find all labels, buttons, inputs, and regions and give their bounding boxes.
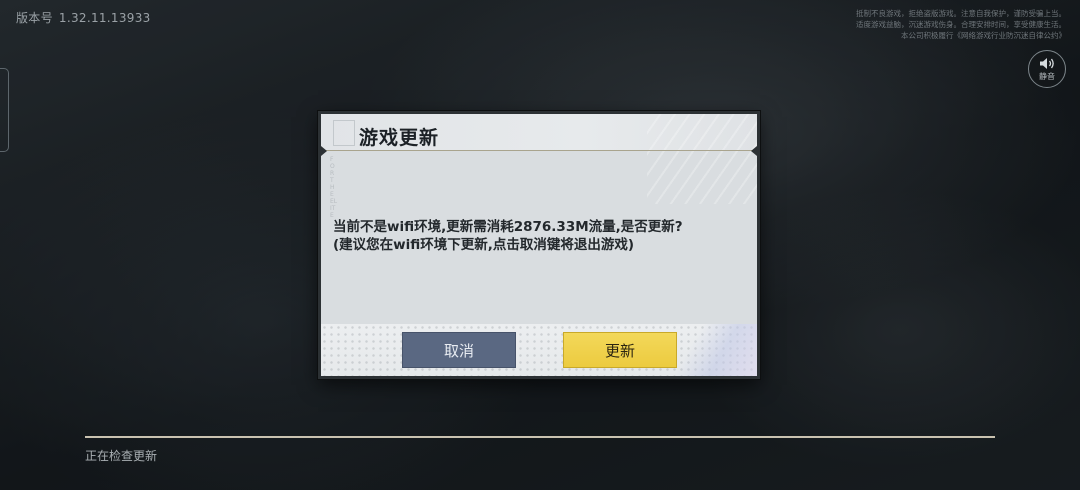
speaker-icon [1040,57,1054,69]
health-notice-line: 抵制不良游戏，拒绝盗版游戏。注意自我保护，谨防受骗上当。 [856,9,1066,18]
update-progress-bar [85,436,995,438]
message-line: 当前不是wifi环境,更新需消耗2876.33M流量,是否更新? [333,219,683,235]
header-divider [321,150,757,151]
version-info: 版本号 1.32.11.13933 [16,9,157,26]
version-number: 1.32.11.13933 [58,11,151,25]
version-label: 版本号 [16,11,53,25]
right-notch [751,146,757,156]
cancel-button[interactable]: 取消 [402,332,516,368]
health-notice: 抵制不良游戏，拒绝盗版游戏。注意自我保护，谨防受骗上当。 适度游戏益脑，沉迷游戏… [776,8,1066,41]
update-dialog: 游戏更新 FOR THE ELITE 当前不是wifi环境,更新需消耗2876.… [318,111,760,379]
left-notch [321,146,327,156]
header-emblem [333,120,355,146]
message-line: (建议您在wifi环境下更新,点击取消键将退出游戏) [333,237,635,253]
footer-decoration [667,324,757,376]
health-notice-line: 本公司积极履行《网络游戏行业防沉迷自律公约》 [901,31,1066,40]
dialog-header: 游戏更新 [321,114,757,204]
health-notice-line: 适度游戏益脑，沉迷游戏伤身。合理安排时间，享受健康生活。 [856,20,1066,29]
header-decoration [647,114,757,204]
game-launcher-screen: 版本号 1.32.11.13933 抵制不良游戏，拒绝盗版游戏。注意自我保护，谨防… [0,0,1080,490]
update-status-text: 正在检查更新 [85,449,158,463]
dialog-message: 当前不是wifi环境,更新需消耗2876.33M流量,是否更新? (建议您在wi… [333,218,743,254]
dialog-footer [321,324,757,376]
update-progress-fill [85,436,995,438]
dialog-title: 游戏更新 [359,127,440,149]
mute-label: 静音 [1039,71,1055,81]
mute-button[interactable]: 静音 [1028,50,1066,88]
update-button[interactable]: 更新 [563,332,677,368]
vertical-decoration-text: FOR THE ELITE [330,156,338,219]
side-panel-handle[interactable] [0,68,9,152]
update-dialog-panel: 游戏更新 FOR THE ELITE 当前不是wifi环境,更新需消耗2876.… [321,114,757,376]
